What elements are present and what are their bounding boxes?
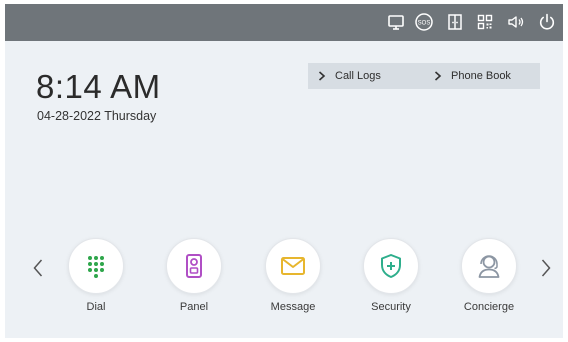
concierge-icon <box>478 255 500 278</box>
door-panel-icon <box>186 254 202 278</box>
concierge-app-circle[interactable] <box>461 238 517 294</box>
status-bar: SOS <box>5 4 563 41</box>
envelope-icon <box>281 257 305 275</box>
chevron-left-icon <box>33 259 43 277</box>
power-icon[interactable] <box>537 12 557 32</box>
dial-label: Dial <box>86 301 106 313</box>
phone-book-label: Phone Book <box>451 70 511 82</box>
dial-app-circle[interactable] <box>68 238 124 294</box>
chevron-right-icon <box>434 71 442 81</box>
clock-date: 04-28-2022 Thursday <box>37 109 157 123</box>
concierge-app[interactable]: Concierge <box>459 238 519 313</box>
message-app[interactable]: Message <box>263 238 323 313</box>
message-app-circle[interactable] <box>265 238 321 294</box>
panel-app-circle[interactable] <box>166 238 222 294</box>
panel-app[interactable]: Panel <box>164 238 224 313</box>
phone-book-link[interactable]: Phone Book <box>425 63 511 89</box>
sos-text: SOS <box>418 20 431 26</box>
message-label: Message <box>270 301 316 313</box>
qr-code-icon[interactable] <box>475 12 495 32</box>
monitor-icon[interactable] <box>386 12 406 32</box>
chevron-right-icon <box>318 71 326 81</box>
sos-icon[interactable]: SOS <box>414 12 434 32</box>
home-screen: SOS 8:14 AM 04-28-2022 Thursday Call Log… <box>5 4 563 338</box>
panel-label: Panel <box>179 301 209 313</box>
prev-page-button[interactable] <box>30 255 46 281</box>
security-app[interactable]: Security <box>361 238 421 313</box>
call-logs-link[interactable]: Call Logs <box>308 63 425 89</box>
dial-app[interactable]: Dial <box>66 238 126 313</box>
concierge-label: Concierge <box>463 301 515 313</box>
chevron-right-icon <box>541 259 551 277</box>
door-icon[interactable] <box>445 12 465 32</box>
volume-icon[interactable] <box>506 12 526 32</box>
security-app-circle[interactable] <box>363 238 419 294</box>
next-page-button[interactable] <box>538 255 554 281</box>
shield-plus-icon <box>381 254 401 278</box>
clock-time: 8:14 AM <box>36 68 161 105</box>
quick-links-bar: Call Logs Phone Book <box>308 63 540 89</box>
call-logs-label: Call Logs <box>335 70 381 82</box>
security-label: Security <box>371 301 411 313</box>
dialpad-icon <box>88 256 104 278</box>
